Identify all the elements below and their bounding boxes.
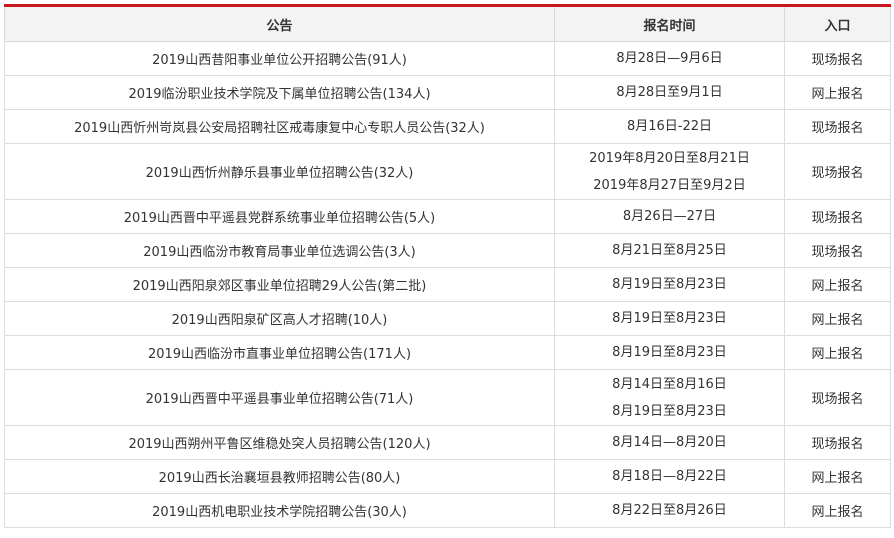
notice-link[interactable]: 2019山西晋中平遥县事业单位招聘公告(71人) xyxy=(4,369,555,426)
header-notice: 公告 xyxy=(4,4,555,42)
notice-link[interactable]: 2019山西忻州岢岚县公安局招聘社区戒毒康复中心专职人员公告(32人) xyxy=(4,109,555,144)
header-entry: 入口 xyxy=(784,4,891,42)
notice-link[interactable]: 2019山西晋中平遥县党群系统事业单位招聘公告(5人) xyxy=(4,199,555,234)
registration-date: 2019年8月27日至9月2日 xyxy=(593,177,746,193)
table-row: 2019临汾职业技术学院及下属单位招聘公告(134人) 8月28日至9月1日 网上报… xyxy=(4,75,891,110)
registration-date: 8月19日至8月23日 xyxy=(612,311,727,326)
entry-link[interactable]: 现场报名 xyxy=(784,143,891,200)
notice-link[interactable]: 2019山西临汾市教育局事业单位选调公告(3人) xyxy=(4,233,555,268)
table-row: 2019山西机电职业技术学院招聘公告(30人) 8月22日至8月26日 网上报名 xyxy=(4,493,891,528)
recruitment-table-container: 公告 报名时间 入口 2019山西昔阳事业单位公开招聘公告(91人) 8月28日—… xyxy=(4,4,891,528)
notice-link[interactable]: 2019山西阳泉矿区高人才招聘(10人) xyxy=(4,301,555,336)
notice-link[interactable]: 2019山西临汾市直事业单位招聘公告(171人) xyxy=(4,335,555,370)
table-row: 2019山西昔阳事业单位公开招聘公告(91人) 8月28日—9月6日 现场报名 xyxy=(4,41,891,76)
registration-date: 8月19日至8月23日 xyxy=(612,277,727,292)
registration-date: 8月26日—27日 xyxy=(622,209,717,224)
registration-time: 8月16日-22日 xyxy=(554,109,785,144)
entry-link[interactable]: 网上报名 xyxy=(784,267,891,302)
registration-time: 8月19日至8月23日 xyxy=(554,301,785,336)
notice-link[interactable]: 2019山西朔州平鲁区维稳处突人员招聘公告(120人) xyxy=(4,425,555,460)
registration-time: 8月19日至8月23日 xyxy=(554,335,785,370)
entry-link[interactable]: 网上报名 xyxy=(784,493,891,528)
registration-date: 8月14日—8月20日 xyxy=(612,435,727,450)
registration-date: 8月14日至8月16日 xyxy=(612,376,727,392)
table-row: 2019山西阳泉矿区高人才招聘(10人) 8月19日至8月23日 网上报名 xyxy=(4,301,891,336)
registration-time: 2019年8月20日至8月21日 2019年8月27日至9月2日 xyxy=(554,143,785,200)
registration-date: 8月28日—9月6日 xyxy=(616,51,723,66)
registration-date: 8月18日—8月22日 xyxy=(612,469,727,484)
entry-link[interactable]: 现场报名 xyxy=(784,233,891,268)
header-time: 报名时间 xyxy=(554,4,785,42)
registration-date: 8月21日至8月25日 xyxy=(612,243,727,258)
entry-link[interactable]: 网上报名 xyxy=(784,335,891,370)
registration-date: 8月19日至8月23日 xyxy=(612,345,727,360)
recruitment-table: 公告 报名时间 入口 2019山西昔阳事业单位公开招聘公告(91人) 8月28日—… xyxy=(4,4,891,528)
notice-link[interactable]: 2019山西机电职业技术学院招聘公告(30人) xyxy=(4,493,555,528)
table-body: 2019山西昔阳事业单位公开招聘公告(91人) 8月28日—9月6日 现场报名 201… xyxy=(4,41,891,528)
registration-date: 8月19日至8月23日 xyxy=(612,403,727,419)
notice-link[interactable]: 2019山西长治襄垣县教师招聘公告(80人) xyxy=(4,459,555,494)
notice-link[interactable]: 2019山西忻州静乐县事业单位招聘公告(32人) xyxy=(4,143,555,200)
table-row: 2019山西临汾市教育局事业单位选调公告(3人) 8月21日至8月25日 现场报名 xyxy=(4,233,891,268)
table-row: 2019山西长治襄垣县教师招聘公告(80人) 8月18日—8月22日 网上报名 xyxy=(4,459,891,494)
registration-time: 8月28日至9月1日 xyxy=(554,75,785,110)
table-row: 2019山西阳泉郊区事业单位招聘29人公告(第二批) 8月19日至8月23日 网上报… xyxy=(4,267,891,302)
entry-link[interactable]: 网上报名 xyxy=(784,301,891,336)
registration-date: 8月28日至9月1日 xyxy=(616,85,723,100)
registration-time: 8月18日—8月22日 xyxy=(554,459,785,494)
registration-time: 8月14日—8月20日 xyxy=(554,425,785,460)
entry-link[interactable]: 现场报名 xyxy=(784,109,891,144)
registration-time: 8月22日至8月26日 xyxy=(554,493,785,528)
table-row: 2019山西晋中平遥县事业单位招聘公告(71人) 8月14日至8月16日 8月19日… xyxy=(4,369,891,426)
registration-time: 8月14日至8月16日 8月19日至8月23日 xyxy=(554,369,785,426)
entry-link[interactable]: 现场报名 xyxy=(784,199,891,234)
registration-date: 2019年8月20日至8月21日 xyxy=(589,150,750,166)
entry-link[interactable]: 现场报名 xyxy=(784,425,891,460)
table-header-row: 公告 报名时间 入口 xyxy=(4,4,891,42)
entry-link[interactable]: 现场报名 xyxy=(784,369,891,426)
notice-link[interactable]: 2019山西昔阳事业单位公开招聘公告(91人) xyxy=(4,41,555,76)
registration-time: 8月21日至8月25日 xyxy=(554,233,785,268)
registration-time: 8月28日—9月6日 xyxy=(554,41,785,76)
entry-link[interactable]: 网上报名 xyxy=(784,75,891,110)
table-row: 2019山西晋中平遥县党群系统事业单位招聘公告(5人) 8月26日—27日 现场报名 xyxy=(4,199,891,234)
notice-link[interactable]: 2019临汾职业技术学院及下属单位招聘公告(134人) xyxy=(4,75,555,110)
entry-link[interactable]: 网上报名 xyxy=(784,459,891,494)
entry-link[interactable]: 现场报名 xyxy=(784,41,891,76)
table-row: 2019山西忻州静乐县事业单位招聘公告(32人) 2019年8月20日至8月21日… xyxy=(4,143,891,200)
table-row: 2019山西朔州平鲁区维稳处突人员招聘公告(120人) 8月14日—8月20日 现场… xyxy=(4,425,891,460)
registration-date: 8月22日至8月26日 xyxy=(612,503,727,518)
registration-time: 8月26日—27日 xyxy=(554,199,785,234)
notice-link[interactable]: 2019山西阳泉郊区事业单位招聘29人公告(第二批) xyxy=(4,267,555,302)
table-row: 2019山西忻州岢岚县公安局招聘社区戒毒康复中心专职人员公告(32人) 8月16日… xyxy=(4,109,891,144)
registration-time: 8月19日至8月23日 xyxy=(554,267,785,302)
registration-date: 8月16日-22日 xyxy=(626,119,713,134)
table-row: 2019山西临汾市直事业单位招聘公告(171人) 8月19日至8月23日 网上报名 xyxy=(4,335,891,370)
